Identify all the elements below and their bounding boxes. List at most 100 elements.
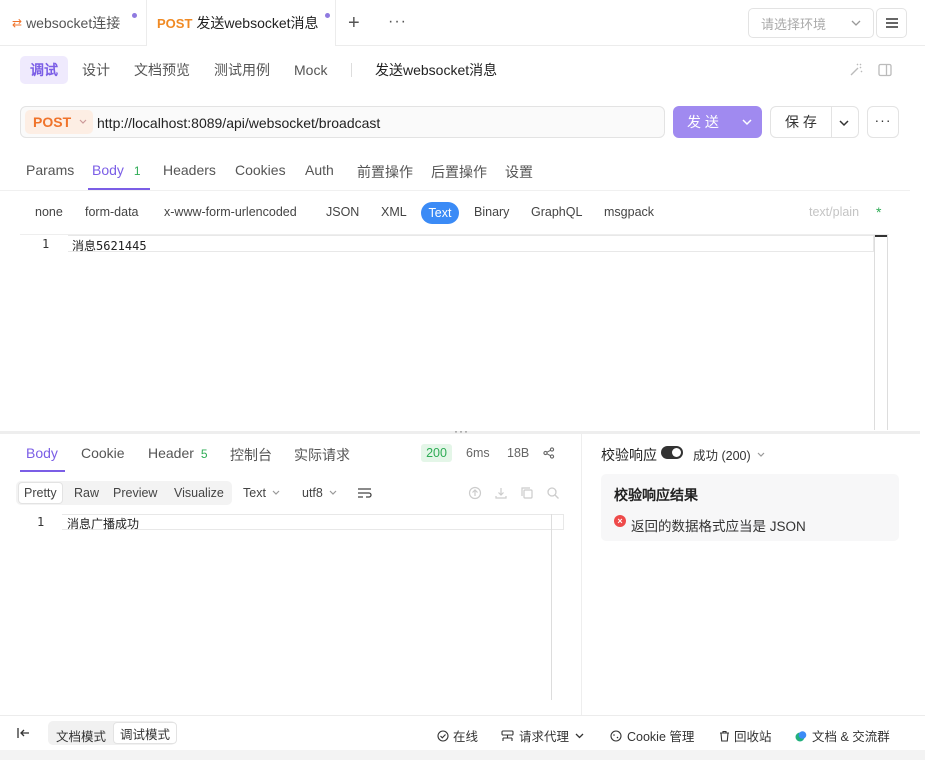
chevron-down-icon[interactable] [742, 118, 752, 126]
body-type-xml[interactable]: XML [381, 205, 407, 219]
online-status[interactable]: 在线 [437, 726, 478, 745]
tab-send-websocket-message[interactable]: POST 发送websocket消息 [146, 0, 336, 47]
add-tab-icon[interactable]: + [348, 13, 360, 33]
mode-tab-test-cases[interactable]: 测试用例 [214, 56, 270, 84]
divider [831, 107, 832, 137]
validation-error-text: 返回的数据格式应当是 JSON [631, 519, 806, 534]
divider[interactable] [581, 434, 582, 715]
editor-scrollbar[interactable] [874, 235, 888, 430]
body-type-form-data[interactable]: form-data [85, 205, 139, 219]
upload-icon[interactable] [468, 486, 482, 500]
more-actions-button[interactable]: ··· [867, 106, 899, 138]
response-body-text[interactable]: 消息广播成功 [67, 515, 139, 532]
environment-placeholder: 请选择环境 [761, 16, 827, 32]
url-input[interactable]: http://localhost:8089/api/websocket/broa… [97, 115, 380, 131]
method-select[interactable]: POST [25, 110, 93, 134]
share-icon[interactable] [543, 447, 555, 459]
view-raw[interactable]: Raw [74, 481, 99, 505]
save-label: 保 存 [785, 114, 817, 130]
validation-result-label: 成功 (200) [693, 449, 751, 463]
view-preview[interactable]: Preview [113, 481, 157, 505]
editor-scrollbar[interactable] [551, 514, 552, 700]
resp-tab-header[interactable]: Header 5 [148, 445, 208, 461]
trash-icon [720, 730, 729, 742]
chevron-down-icon [851, 20, 861, 26]
tab-method: POST [157, 15, 193, 31]
req-tab-body[interactable]: Body 1 [92, 162, 141, 178]
send-label: 发 送 [687, 114, 719, 130]
mode-tab-design[interactable]: 设计 [82, 56, 110, 84]
magic-wand-icon[interactable] [848, 62, 864, 78]
bottom-strip [0, 750, 925, 760]
mode-tab-mock[interactable]: Mock [294, 56, 327, 84]
req-tab-params[interactable]: Params [26, 162, 74, 178]
resp-tab-console[interactable]: 控制台 [230, 445, 272, 465]
response-size: 18B [507, 446, 530, 460]
community-button[interactable]: 文档 & 交流群 [795, 726, 890, 745]
validate-response-toggle[interactable] [661, 446, 683, 459]
main-menu-button[interactable] [876, 8, 907, 38]
content-type-hint: text/plain [809, 205, 860, 219]
view-pretty[interactable]: Pretty [18, 482, 63, 504]
req-tab-post-actions[interactable]: 后置操作 [431, 162, 487, 182]
collapse-sidebar-icon[interactable] [17, 727, 30, 739]
request-proxy-button[interactable]: 请求代理 [501, 726, 584, 745]
resp-tab-actual-request[interactable]: 实际请求 [294, 445, 350, 465]
send-button[interactable]: 发 送 [673, 106, 762, 138]
wrap-lines-icon[interactable] [357, 486, 373, 500]
format-select[interactable]: Text [243, 481, 280, 505]
copy-icon[interactable] [520, 486, 534, 500]
encoding-select[interactable]: utf8 [302, 481, 337, 505]
format-label: Text [243, 486, 266, 500]
side-panel-icon[interactable] [877, 62, 893, 78]
mode-tab-debug[interactable]: 调试 [20, 56, 68, 84]
view-visualize[interactable]: Visualize [174, 481, 224, 505]
body-type-none[interactable]: none [35, 205, 63, 219]
divider [0, 190, 910, 191]
tab-label: Body [92, 162, 124, 178]
drag-handle-icon[interactable]: ··· [454, 424, 469, 438]
download-icon[interactable] [494, 486, 508, 500]
chevron-down-icon [329, 490, 337, 495]
more-tabs-icon[interactable]: ··· [388, 13, 407, 31]
check-circle-icon [437, 729, 449, 742]
req-tab-cookies[interactable]: Cookies [235, 162, 286, 178]
resp-tab-cookie[interactable]: Cookie [81, 445, 125, 461]
validate-response-label: 校验响应 [601, 447, 657, 463]
req-tab-pre-actions[interactable]: 前置操作 [357, 162, 413, 182]
unsaved-dot [325, 13, 330, 18]
status-badge: 200 [421, 444, 452, 462]
req-tab-headers[interactable]: Headers [163, 162, 216, 178]
req-tab-settings[interactable]: 设置 [505, 162, 533, 182]
unsaved-dot [132, 13, 137, 18]
tab-label: 发送websocket消息 [196, 15, 319, 31]
debug-mode-button[interactable]: 调试模式 [113, 722, 178, 744]
search-icon[interactable] [546, 486, 560, 500]
tab-label: websocket连接 [26, 15, 121, 31]
request-body-editor[interactable] [20, 234, 889, 430]
validation-result-select[interactable]: 成功 (200) [693, 445, 765, 464]
body-type-binary[interactable]: Binary [474, 205, 509, 219]
req-tab-auth[interactable]: Auth [305, 162, 334, 178]
save-button[interactable]: 保 存 [770, 106, 859, 138]
endpoint-name[interactable]: 发送websocket消息 [375, 56, 497, 84]
body-type-msgpack[interactable]: msgpack [604, 205, 654, 219]
tab-websocket-connect[interactable]: ⇄ websocket连接 [12, 0, 137, 46]
environment-select[interactable]: 请选择环境 [748, 8, 874, 38]
doc-mode-button[interactable]: 文档模式 [56, 726, 106, 745]
cookie-manager-label: Cookie 管理 [627, 730, 695, 744]
encoding-label: utf8 [302, 486, 323, 500]
mode-tab-doc-preview[interactable]: 文档预览 [134, 56, 190, 84]
body-type-json[interactable]: JSON [326, 205, 359, 219]
chevron-down-icon [272, 490, 280, 495]
body-type-text[interactable]: Text [421, 202, 459, 224]
chevron-down-icon[interactable] [839, 119, 849, 127]
cookie-manager-button[interactable]: Cookie 管理 [610, 726, 694, 745]
body-type-graphql[interactable]: GraphQL [531, 205, 582, 219]
request-body-text[interactable]: 消息5621445 [72, 237, 147, 254]
response-time: 6ms [466, 446, 490, 460]
body-type-urlencoded[interactable]: x-www-form-urlencoded [164, 205, 297, 219]
active-tab-indicator [20, 470, 65, 472]
resp-tab-body[interactable]: Body [26, 445, 58, 461]
recycle-bin-button[interactable]: 回收站 [719, 726, 772, 745]
